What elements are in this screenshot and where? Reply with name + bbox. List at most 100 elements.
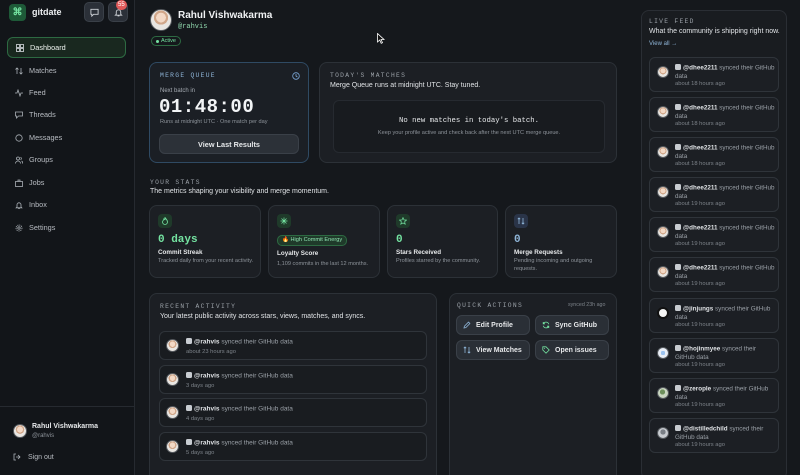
activity-text: @rahvis synced their GitHub data	[186, 439, 293, 447]
avatar	[166, 373, 179, 386]
status-label: Active	[161, 38, 176, 44]
feed-item[interactable]: @dhee2211 synced their GitHub data about…	[649, 97, 779, 132]
status-dot	[156, 39, 159, 43]
sync-github-button[interactable]: Sync GitHub	[535, 315, 609, 335]
empty-title: No new matches in today's batch.	[398, 117, 540, 125]
feed-text: @dhee2211 synced their GitHub data	[675, 184, 775, 200]
sidebar-item-label: Settings	[29, 223, 56, 232]
feed-item[interactable]: @jinjungs synced their GitHub data about…	[649, 298, 779, 333]
github-icon	[186, 439, 192, 445]
sidebar-item-matches[interactable]: Matches	[7, 60, 126, 81]
stat-value: 0	[514, 234, 521, 246]
feed-time: about 18 hours ago	[675, 121, 725, 127]
live-feed-title: Live Feed	[649, 18, 695, 25]
grid-icon	[16, 43, 24, 52]
github-icon	[675, 264, 681, 270]
feed-item[interactable]: @zerople synced their GitHub data about …	[649, 378, 779, 413]
feed-time: about 19 hours ago	[675, 362, 725, 368]
recent-activity-title: Recent Activity	[160, 303, 237, 310]
messages-top-button[interactable]	[84, 2, 104, 22]
edit-profile-button[interactable]: Edit Profile	[456, 315, 530, 335]
sidebar-item-label: Messages	[29, 133, 63, 142]
avatar	[657, 266, 669, 278]
merge-queue-title: Merge Queue	[160, 72, 216, 79]
list-item[interactable]: @rahvis synced their GitHub data 5 days …	[159, 432, 427, 461]
pulse-icon	[15, 88, 23, 97]
feed-text: @hojinmyee synced their GitHub data	[675, 345, 756, 361]
profile-avatar[interactable]	[150, 9, 172, 31]
feed-text: @dhee2211 synced their GitHub data	[675, 264, 775, 280]
quick-actions-meta: synced 23h ago	[568, 302, 606, 308]
stats-subtitle: The metrics shaping your visibility and …	[150, 188, 329, 195]
feed-text: @dhee2211 synced their GitHub data	[675, 224, 775, 240]
feed-item[interactable]: @dhee2211 synced their GitHub data about…	[649, 177, 779, 212]
github-icon	[675, 224, 681, 230]
stat-commit-streak: 0 days Commit Streak Tracked daily from …	[149, 205, 261, 278]
countdown-timer: 01:48:00	[159, 96, 255, 118]
github-icon	[675, 104, 681, 110]
github-icon	[675, 305, 681, 311]
open-issues-button[interactable]: Open issues	[535, 340, 609, 360]
recent-activity-subtitle: Your latest public activity across stars…	[160, 313, 366, 320]
stat-label: Stars Received	[396, 249, 442, 256]
list-item[interactable]: @rahvis synced their GitHub data 4 days …	[159, 398, 427, 427]
bell-icon	[15, 201, 23, 209]
feed-item[interactable]: @dhee2211 synced their GitHub data about…	[649, 57, 779, 92]
sidebar-item-settings[interactable]: Settings	[7, 217, 126, 238]
avatar	[657, 226, 669, 238]
feed-item[interactable]: @hojinmyee synced their GitHub data abou…	[649, 338, 779, 373]
feed-time: about 19 hours ago	[675, 201, 725, 207]
activity-time: 3 days ago	[186, 383, 215, 389]
view-all-link[interactable]: View all →	[649, 41, 677, 47]
sidebar-item-label: Feed	[29, 88, 46, 97]
profile-handle: @rahvis	[178, 23, 208, 31]
profile-name: Rahul Vishwakarma	[178, 10, 273, 21]
list-item[interactable]: @rahvis synced their GitHub data 3 days …	[159, 365, 427, 394]
feed-item[interactable]: @distilledchild synced their GitHub data…	[649, 418, 779, 453]
chat-icon	[89, 8, 99, 17]
avatar	[657, 307, 669, 319]
avatar	[166, 440, 179, 453]
feed-time: about 19 hours ago	[675, 442, 725, 448]
empty-desc: Keep your profile active and check back …	[377, 130, 561, 136]
avatar	[657, 106, 669, 118]
view-matches-button[interactable]: View Matches	[456, 340, 530, 360]
signout-button[interactable]: Sign out	[13, 453, 54, 461]
feed-item[interactable]: @dhee2211 synced their GitHub data about…	[649, 217, 779, 252]
activity-action: synced their GitHub data	[221, 439, 293, 447]
view-last-results-button[interactable]: View Last Results	[159, 134, 299, 154]
feed-text: @zerople synced their GitHub data	[675, 385, 769, 401]
flame-icon	[158, 214, 172, 228]
app-name: gitdate	[32, 7, 62, 17]
activity-text: @rahvis synced their GitHub data	[186, 372, 293, 380]
live-feed-subtitle: What the community is shipping right now…	[649, 28, 780, 35]
avatar[interactable]	[13, 424, 27, 438]
feed-item[interactable]: @dhee2211 synced their GitHub data about…	[649, 257, 779, 292]
logo-icon[interactable]: ⌘	[9, 4, 26, 21]
sidebar-item-groups[interactable]: Groups	[7, 149, 126, 170]
feed-time: about 19 hours ago	[675, 402, 725, 408]
sidebar-item-dashboard[interactable]: Dashboard	[7, 37, 126, 58]
sidebar-user-handle: @rahvis	[32, 433, 55, 439]
sidebar-item-threads[interactable]: Threads	[7, 104, 126, 125]
feed-item[interactable]: @dhee2211 synced their GitHub data about…	[649, 137, 779, 172]
star-icon	[396, 214, 410, 228]
signout-label: Sign out	[28, 453, 54, 461]
sidebar-divider	[0, 406, 135, 407]
feed-text: @jinjungs synced their GitHub data	[675, 305, 771, 321]
feed-text: @dhee2211 synced their GitHub data	[675, 104, 775, 120]
github-icon	[675, 64, 681, 70]
merge-icon	[514, 214, 528, 228]
empty-state: No new matches in today's batch. Keep yo…	[333, 100, 605, 153]
avatar	[657, 387, 669, 399]
sidebar-item-label: Jobs	[29, 178, 45, 187]
todays-matches-card: Today's Matches Merge Queue runs at midn…	[319, 62, 617, 163]
avatar	[166, 406, 179, 419]
list-item[interactable]: @rahvis synced their GitHub data about 2…	[159, 331, 427, 360]
sidebar-item-feed[interactable]: Feed	[7, 82, 126, 103]
sidebar-item-jobs[interactable]: Jobs	[7, 172, 126, 193]
sidebar-item-inbox[interactable]: Inbox	[7, 194, 126, 215]
activity-time: about 23 hours ago	[186, 349, 236, 355]
sidebar-user-name: Rahul Vishwakarma	[32, 423, 99, 430]
sidebar-item-messages[interactable]: Messages	[7, 127, 126, 148]
